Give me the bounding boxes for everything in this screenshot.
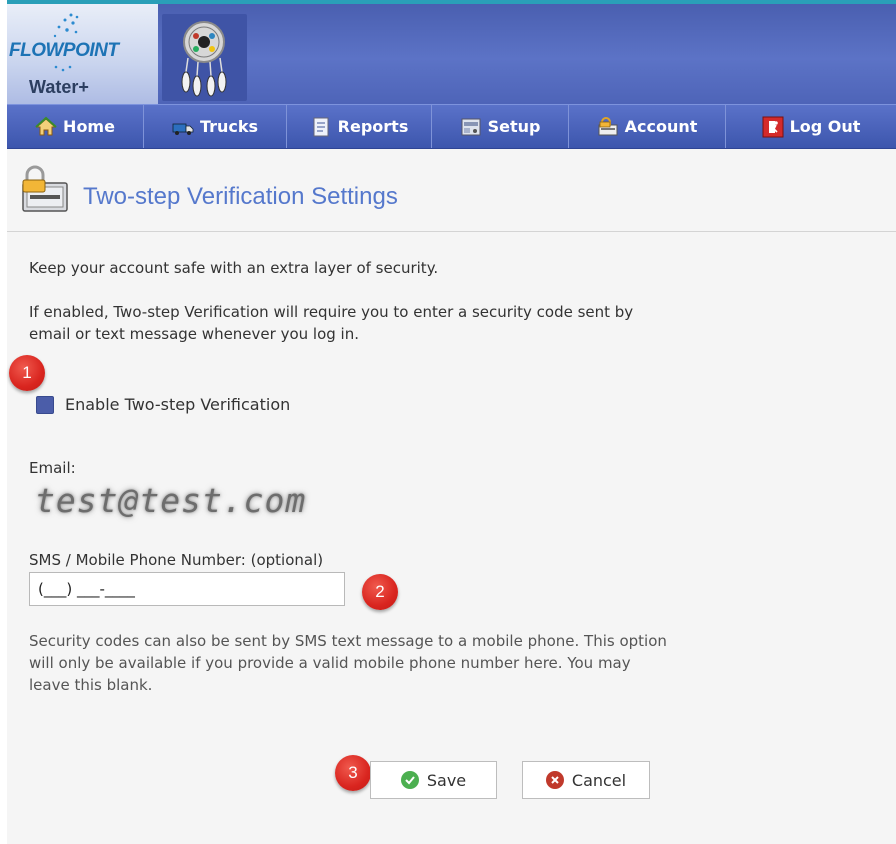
page-title: Two-step Verification Settings xyxy=(83,183,398,210)
logo-small-dots-icon xyxy=(54,65,72,72)
logo-dots-icon xyxy=(53,13,79,38)
cancel-x-icon xyxy=(545,771,564,789)
checkmark-icon xyxy=(400,771,419,789)
nav-item-home[interactable]: Home xyxy=(7,105,144,148)
nav-label-logout: Log Out xyxy=(789,117,861,136)
truck-icon xyxy=(172,123,194,135)
dreamcatcher-logo xyxy=(162,14,247,101)
logo-subtitle: Water+ xyxy=(29,77,89,97)
logo-name: FLOWPOINT xyxy=(9,40,119,61)
report-icon xyxy=(313,117,329,136)
nav-item-account[interactable]: Account xyxy=(569,105,726,148)
step-badge-3: 3 xyxy=(335,755,371,791)
app-header: FLOWPOINT Water+ xyxy=(7,0,896,104)
lock-settings-icon xyxy=(22,165,68,212)
main-content: Two-step Verification Settings Keep your… xyxy=(7,149,896,844)
main-nav: Home Trucks Reports Setup Account Log Ou… xyxy=(7,104,896,149)
nav-item-reports[interactable]: Reports xyxy=(287,105,432,148)
enable-two-step-checkbox[interactable] xyxy=(36,396,54,414)
description-text: If enabled, Two-step Verification will r… xyxy=(29,303,634,343)
sms-help-text: Security codes can also be sent by SMS t… xyxy=(29,632,667,694)
email-value: test@test.com xyxy=(35,481,307,520)
home-icon xyxy=(35,116,57,135)
nav-item-setup[interactable]: Setup xyxy=(432,105,569,148)
nav-label-reports: Reports xyxy=(337,117,409,136)
nav-label-setup: Setup xyxy=(487,117,541,136)
nav-item-trucks[interactable]: Trucks xyxy=(144,105,287,148)
cancel-button[interactable]: Cancel xyxy=(522,761,650,799)
step-badge-2: 2 xyxy=(362,574,398,610)
dreamcatcher-icon xyxy=(181,21,227,97)
account-icon xyxy=(598,116,618,135)
intro-text: Keep your account safe with an extra lay… xyxy=(29,259,439,277)
title-divider xyxy=(7,231,896,232)
flowpoint-logo[interactable]: FLOWPOINT Water+ xyxy=(7,4,158,104)
phone-label: SMS / Mobile Phone Number: (optional) xyxy=(29,551,324,569)
nav-label-account: Account xyxy=(624,117,698,136)
step-badge-1: 1 xyxy=(9,355,45,391)
phone-number-input[interactable] xyxy=(29,572,345,606)
cancel-button-label: Cancel xyxy=(571,770,627,790)
logout-icon xyxy=(762,116,784,137)
save-button-label: Save xyxy=(426,770,467,790)
email-label: Email: xyxy=(29,459,76,477)
nav-label-home: Home xyxy=(63,117,115,136)
enable-two-step-label[interactable]: Enable Two-step Verification xyxy=(65,394,290,416)
nav-item-logout[interactable]: Log Out xyxy=(726,105,896,148)
setup-icon xyxy=(461,118,481,135)
nav-label-trucks: Trucks xyxy=(199,117,259,136)
save-button[interactable]: Save xyxy=(370,761,497,799)
